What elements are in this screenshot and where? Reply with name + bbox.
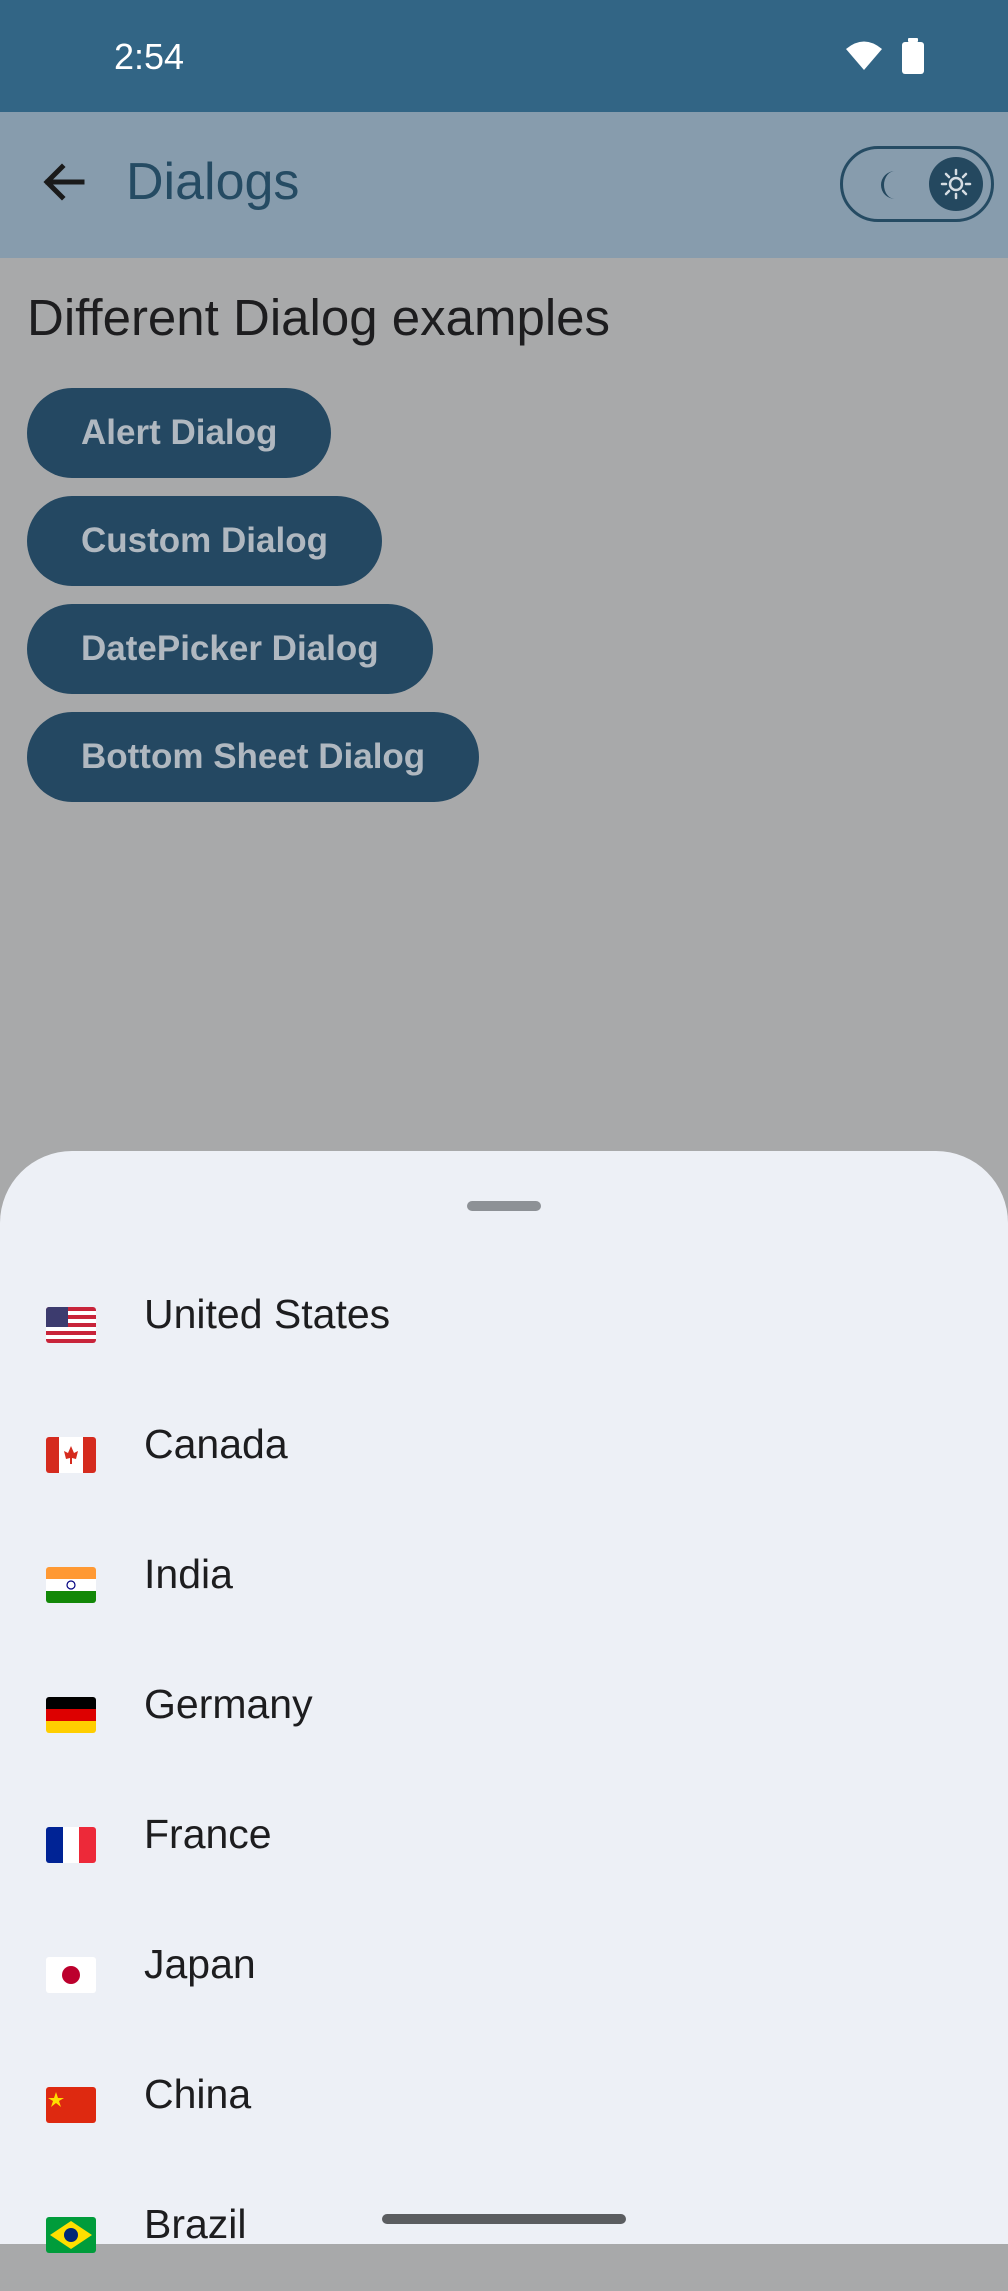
country-name: Japan [144, 1941, 256, 1987]
us-flag-icon [46, 1307, 96, 1343]
country-name: Germany [144, 1681, 313, 1727]
status-time: 2:54 [114, 36, 185, 77]
country-item-united-states[interactable]: United States [0, 1251, 1008, 1381]
country-name: France [144, 1811, 272, 1857]
country-item-canada[interactable]: Canada [0, 1381, 1008, 1511]
country-name: United States [144, 1291, 391, 1337]
country-name: Brazil [144, 2201, 247, 2247]
datepicker-dialog-button[interactable]: DatePicker Dialog [27, 604, 433, 694]
battery-icon [902, 38, 924, 79]
app-bar: Dialogs [0, 112, 1008, 258]
sun-icon [929, 157, 983, 211]
brazil-flag-icon [46, 2217, 96, 2253]
canada-flag-icon [46, 1437, 96, 1473]
country-item-brazil[interactable]: Brazil [0, 2161, 1008, 2291]
japan-flag-icon [46, 1957, 96, 1993]
app-title: Dialogs [126, 153, 300, 211]
country-name: India [144, 1551, 233, 1597]
moon-icon [873, 167, 909, 203]
drag-handle[interactable] [467, 1201, 541, 1211]
status-icons [844, 38, 924, 79]
country-name: Canada [144, 1421, 288, 1467]
wifi-icon [844, 40, 884, 77]
country-item-germany[interactable]: Germany [0, 1641, 1008, 1771]
germany-flag-icon [46, 1697, 96, 1733]
status-bar: 2:54 [0, 0, 1008, 112]
country-item-india[interactable]: India [0, 1511, 1008, 1641]
country-item-japan[interactable]: Japan [0, 1901, 1008, 2031]
back-arrow-icon[interactable] [36, 154, 92, 210]
country-item-france[interactable]: France [0, 1771, 1008, 1901]
country-name: China [144, 2071, 252, 2117]
page-heading: Different Dialog examples [27, 289, 611, 346]
china-flag-icon [46, 2087, 96, 2123]
bottom-sheet: United States Canada India Germany Franc… [0, 1151, 1008, 2253]
country-item-china[interactable]: China [0, 2031, 1008, 2161]
france-flag-icon [46, 1827, 96, 1863]
bottom-sheet-dialog-button[interactable]: Bottom Sheet Dialog [27, 712, 480, 802]
custom-dialog-button[interactable]: Custom Dialog [27, 496, 382, 586]
alert-dialog-button[interactable]: Alert Dialog [27, 388, 332, 478]
india-flag-icon [46, 1567, 96, 1603]
theme-toggle[interactable] [840, 146, 994, 222]
home-indicator[interactable] [382, 2214, 626, 2224]
